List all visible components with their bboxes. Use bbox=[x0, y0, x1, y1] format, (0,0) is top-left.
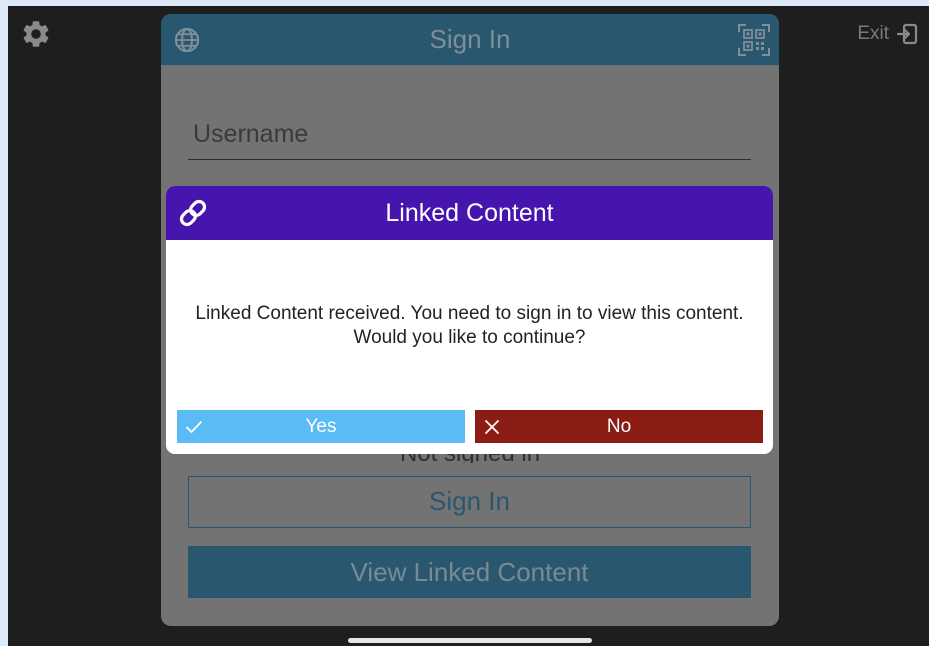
username-placeholder: Username bbox=[193, 120, 309, 148]
app-frame: Exit Sign In Username Not signed in Sign… bbox=[8, 6, 929, 646]
yes-button[interactable]: Yes bbox=[177, 410, 465, 443]
no-button[interactable]: No bbox=[475, 410, 763, 443]
linked-content-dialog: Linked Content Linked Content received. … bbox=[166, 186, 773, 454]
exit-label: Exit bbox=[857, 23, 889, 44]
dialog-title: Linked Content bbox=[385, 199, 554, 227]
home-indicator bbox=[348, 638, 592, 643]
username-field[interactable]: Username bbox=[188, 118, 751, 160]
dialog-header: Linked Content bbox=[166, 186, 773, 240]
qr-code-icon[interactable] bbox=[737, 23, 771, 57]
signin-title: Sign In bbox=[429, 24, 511, 54]
exit-icon bbox=[896, 23, 918, 45]
no-label: No bbox=[606, 416, 632, 437]
yes-label: Yes bbox=[305, 416, 337, 437]
gear-icon[interactable] bbox=[20, 18, 52, 50]
exit-button[interactable]: Exit bbox=[857, 22, 919, 46]
signin-header: Sign In bbox=[161, 14, 779, 65]
view-linked-content-button[interactable]: View Linked Content bbox=[188, 546, 751, 598]
signin-button[interactable]: Sign In bbox=[188, 476, 751, 528]
dialog-message: Linked Content received. You need to sig… bbox=[195, 303, 744, 348]
